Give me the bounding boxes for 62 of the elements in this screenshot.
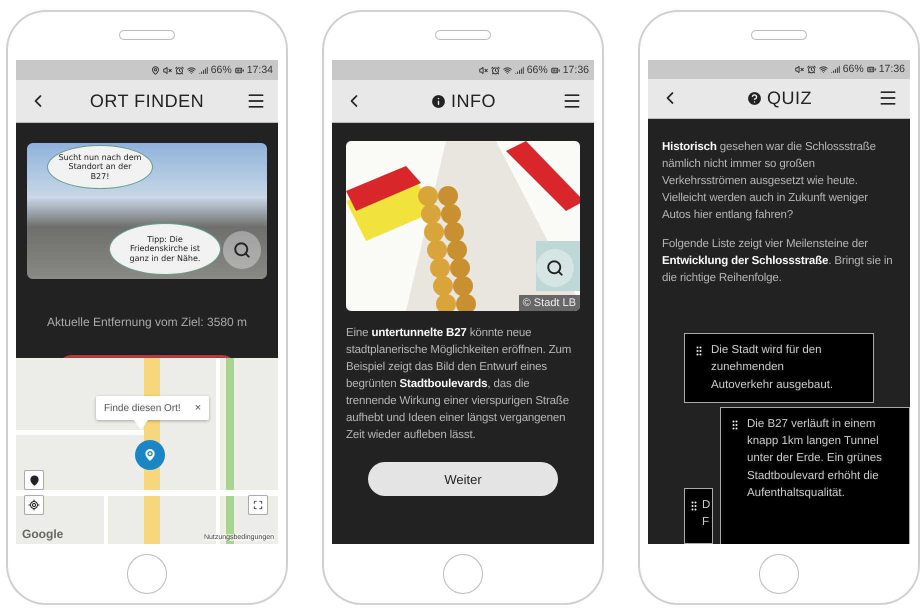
clock-time: 17:34 xyxy=(246,64,273,76)
pin-button[interactable] xyxy=(24,470,44,490)
location-icon xyxy=(150,66,160,74)
screen-title: INFO xyxy=(451,90,496,112)
card-text: zunehmenden xyxy=(711,360,785,376)
mute-icon xyxy=(794,64,804,74)
card-text: F xyxy=(702,515,710,530)
mute-icon xyxy=(478,66,488,74)
zoom-button[interactable] xyxy=(223,231,261,269)
battery-icon xyxy=(234,66,244,74)
clock-time: 17:36 xyxy=(562,64,589,76)
speech-bubble: Sucht nun nach dem Standort an der B27! xyxy=(47,145,153,189)
search-icon xyxy=(546,259,564,277)
pin-icon xyxy=(28,474,40,486)
locate-button[interactable] xyxy=(24,495,44,515)
card-text: D xyxy=(702,498,710,513)
image-credit: © Stadt LB xyxy=(518,295,580,311)
alarm-icon xyxy=(174,66,184,74)
wifi-icon xyxy=(502,66,512,74)
popup-text: Finde diesen Ort! xyxy=(104,402,181,414)
card-text: Die Stadt wird für den xyxy=(711,343,823,358)
battery-percent: 66% xyxy=(526,64,548,76)
speaker-slot xyxy=(751,30,807,40)
speaker-slot xyxy=(435,30,491,40)
map-logo: Google xyxy=(22,527,64,541)
speech-bubble: Tipp: Die Friedenskirche ist ganz in der Nähe. xyxy=(109,223,221,275)
speaker-slot xyxy=(119,30,175,40)
card-text: Die B27 verläuft in einem knapp 1km langen Tunnel unter der Erde. Ein grünes Stadtboulevard erhöht die Aufenthaltsqualität. xyxy=(747,416,883,501)
location-pin-icon[interactable] xyxy=(135,440,165,470)
screen-title: QUIZ xyxy=(767,88,812,109)
battery-icon xyxy=(866,64,876,74)
close-button[interactable]: × xyxy=(194,402,202,414)
card-text: Autoverkehr ausgebaut. xyxy=(711,378,834,392)
clock-time: 17:36 xyxy=(878,63,905,76)
info-paragraph: Eine untertunnelte B27 könnte neue stadtplanerische Möglichkeiten eröffnen. Zum Beispiel zeigt das Bild den Entwurf eines begrünten Stadtboulevards, das die trennende Wirkung einer vierspurigen Straße aufhebt und Ideen einer längst vergangenen Zeit wieder aufleben lässt. xyxy=(346,326,572,444)
mute-icon xyxy=(162,66,172,74)
battery-icon xyxy=(550,66,560,74)
fullscreen-icon xyxy=(253,500,263,510)
signal-icon xyxy=(198,66,208,74)
signal-icon xyxy=(830,64,840,74)
info-icon xyxy=(430,92,447,110)
answer-card[interactable]: Die Stadt wird für den zunehmenden Autoverkehr ausgebaut. xyxy=(684,333,874,403)
distance-text: Aktuelle Entfernung vom Ziel: 3580 m xyxy=(46,315,248,329)
fullscreen-button[interactable] xyxy=(248,495,268,515)
crosshair-icon xyxy=(28,499,40,511)
help-icon xyxy=(746,90,763,107)
zoom-button[interactable] xyxy=(536,249,574,287)
quiz-paragraph: Folgende Liste zeigt vier Meilensteine der Entwicklung der Schlossstraße. Bringt sie in die richtige Reihenfolge. xyxy=(662,236,894,286)
wifi-icon xyxy=(818,64,828,74)
screen-title: ORT FINDEN xyxy=(90,90,204,112)
search-icon xyxy=(233,241,251,259)
signal-icon xyxy=(514,66,524,74)
battery-percent: 66% xyxy=(210,64,232,76)
answer-card[interactable]: D F xyxy=(684,488,714,544)
alarm-icon xyxy=(490,66,500,74)
dragged-answer-card[interactable]: Die B27 verläuft in einem knapp 1km langen Tunnel unter der Erde. Ein grünes Stadtboulevard erhöht die Aufenthaltsqualität. xyxy=(720,406,910,544)
quiz-paragraph: Historisch gesehen war die Schlossstraße nämlich nicht immer so großen Verkehrsströmen ausgesetzt wie heute. Vielleicht werden auch in Zukunft weniger Autos hier entlang fahren? xyxy=(662,140,877,223)
wifi-icon xyxy=(186,66,196,74)
popup-pointer xyxy=(134,420,148,430)
next-button[interactable]: Weiter xyxy=(368,462,558,496)
battery-percent: 66% xyxy=(842,63,864,76)
alarm-icon xyxy=(806,64,816,74)
